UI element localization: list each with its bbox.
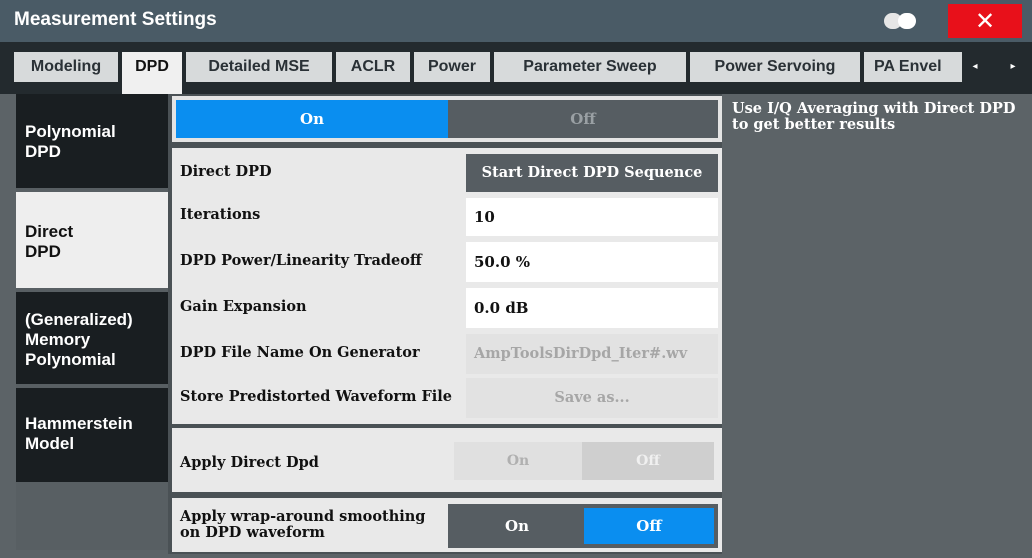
display-toggle-icon[interactable] <box>884 13 920 29</box>
side-tab-memory-polynomial[interactable]: (Generalized) Memory Polynomial <box>16 292 168 384</box>
iterations-field[interactable]: 10 <box>466 198 718 236</box>
side-tab-polynomial-dpd[interactable]: Polynomial DPD <box>16 94 168 188</box>
scroll-left-icon[interactable]: ◂ <box>962 52 988 82</box>
side-tab-label: (Generalized) Memory Polynomial <box>25 310 133 369</box>
apply-direct-on-button: On <box>454 442 582 480</box>
tab-dpd[interactable]: DPD <box>122 52 182 94</box>
window-title: Measurement Settings <box>14 9 217 30</box>
direct-dpd-settings: Direct DPD Start Direct DPD Sequence Ite… <box>172 148 722 424</box>
tab-modeling[interactable]: Modeling <box>14 52 118 82</box>
wrap-smoothing-row: Apply wrap-around smoothing on DPD wavef… <box>172 498 722 552</box>
store-waveform-label: Store Predistorted Waveform File <box>180 388 452 405</box>
side-tab-panel: Polynomial DPD Direct DPD (Generalized) … <box>16 94 168 550</box>
state-on-button[interactable]: On <box>176 100 448 138</box>
file-name-label: DPD File Name On Generator <box>180 344 420 361</box>
save-as-button: Save as... <box>466 378 718 418</box>
scroll-right-icon[interactable]: ▸ <box>1000 52 1026 82</box>
tab-bar: Modeling DPD Detailed MSE ACLR Power Par… <box>0 42 1032 94</box>
wrap-smoothing-on-button[interactable]: On <box>452 508 582 544</box>
start-direct-dpd-sequence-button[interactable]: Start Direct DPD Sequence <box>466 154 718 192</box>
wrap-smoothing-label-line1: Apply wrap-around smoothing <box>180 508 426 525</box>
close-button[interactable]: ✕ <box>948 4 1022 38</box>
state-off-button[interactable]: Off <box>448 100 718 138</box>
hint-text: Use I/Q Averaging with Direct DPD to get… <box>732 100 1016 133</box>
tab-power-servoing[interactable]: Power Servoing <box>690 52 860 82</box>
side-tab-label: Hammerstein Model <box>25 414 133 453</box>
gain-expansion-label: Gain Expansion <box>180 298 307 315</box>
tab-aclr[interactable]: ACLR <box>336 52 410 82</box>
tab-parameter-sweep[interactable]: Parameter Sweep <box>494 52 686 82</box>
wrap-smoothing-label-line2: on DPD waveform <box>180 524 325 541</box>
side-tab-label: Direct DPD <box>25 222 74 261</box>
side-tab-hammerstein-model[interactable]: Hammerstein Model <box>16 388 168 482</box>
iterations-label: Iterations <box>180 206 261 223</box>
file-name-field: AmpToolsDirDpd_Iter#.wv <box>466 334 718 374</box>
tab-power[interactable]: Power <box>414 52 490 82</box>
side-tab-direct-dpd[interactable]: Direct DPD <box>16 192 168 288</box>
gain-expansion-field[interactable]: 0.0 dB <box>466 288 718 328</box>
direct-dpd-label: Direct DPD <box>180 163 272 180</box>
title-bar: Measurement Settings ✕ <box>0 0 1032 42</box>
wrap-smoothing-off-button[interactable]: Off <box>584 508 714 544</box>
side-tab-label: Polynomial DPD <box>25 122 116 161</box>
apply-direct-dpd-row: Apply Direct Dpd On Off <box>172 428 722 492</box>
tradeoff-label: DPD Power/Linearity Tradeoff <box>180 252 422 269</box>
tab-detailed-mse[interactable]: Detailed MSE <box>186 52 332 82</box>
apply-direct-off-button: Off <box>582 442 714 480</box>
settings-content: On Off Direct DPD Start Direct DPD Seque… <box>168 94 722 554</box>
apply-direct-dpd-label: Apply Direct Dpd <box>180 454 319 471</box>
tradeoff-field[interactable]: 50.0 % <box>466 242 718 282</box>
tab-pa-envelope[interactable]: PA Envel <box>864 52 962 82</box>
state-toggle-row: On Off <box>172 96 722 142</box>
